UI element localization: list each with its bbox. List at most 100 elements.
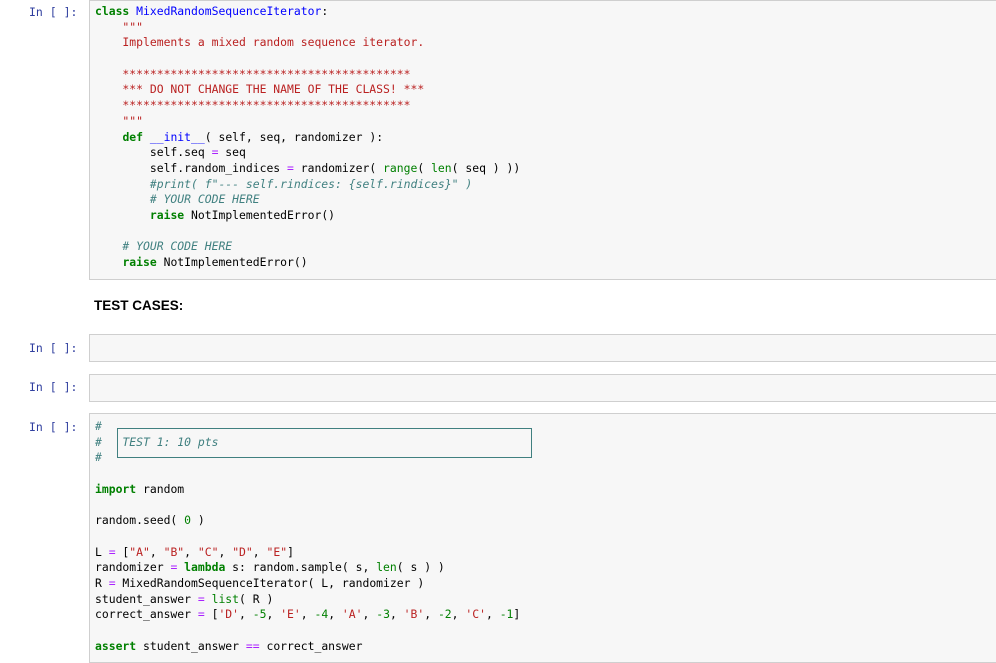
code-token: MixedRandomSequenceIterator( L, randomiz… [115,575,425,590]
code-line: # TEST 1: 10 pts [95,435,520,451]
code-line: self.seq = seq [95,145,520,161]
code-token: -3 [376,607,390,622]
code-token: raise [149,207,185,222]
code-token: ] [287,544,294,559]
code-token: lambda [184,560,226,575]
code-token: student_answer [95,591,198,606]
code-token: len [431,160,452,175]
code-token: -5 [252,607,267,622]
code-token: NotImplementedError() [156,255,308,269]
code-token: , [300,607,315,622]
cell-prompt: In [ ]: [29,420,78,434]
code-token: 'B' [403,607,425,622]
code-token: randomizer( [293,160,384,175]
code-cell-content[interactable]: # # TEST 1: 10 pts # import random random… [95,419,520,654]
code-token: randomizer [95,560,171,575]
code-token: NotImplementedError() [184,207,336,222]
code-line: class MixedRandomSequenceIterator: [95,4,520,20]
code-token: "B" [163,544,185,559]
code-token: import [95,481,137,496]
code-line: random.seed( 0 ) [95,513,520,529]
code-token: class [95,4,137,18]
code-line: def __init__( self, seq, randomizer ): [95,130,520,146]
code-token: MixedRandomSequenceIterator [136,4,322,18]
code-token: 'E' [280,607,301,622]
code-line: correct_answer = ['D', -5, 'E', -4, 'A',… [95,607,520,623]
code-token: -4 [314,607,329,622]
code-token: R [95,575,109,590]
code-token: , [328,607,342,622]
code-token: ( s ) ) [396,560,445,575]
code-token: #print( f"--- self.rindices: {self.rindi… [95,176,473,191]
cell-prompt: In [ ]: [29,380,78,394]
code-token: self.random_indices [95,160,288,175]
code-token: # [95,450,109,465]
code-token: self [95,145,178,160]
code-token: correct_answer [259,638,363,653]
code-line: assert student_answer == correct_answer [95,639,520,655]
code-line: randomizer = lambda s: random.sample( s,… [95,560,520,576]
code-token: 0 [184,513,192,528]
code-line: # [95,450,520,466]
markdown-heading-test-cases: TEST CASES: [94,298,184,313]
code-token: , [485,607,500,622]
code-token: = [108,575,116,590]
code-token: "E" [266,544,288,559]
code-token: range [383,160,418,175]
code-token: -1 [499,607,514,622]
code-line: Implements a mixed random sequence itera… [95,35,520,51]
code-token: "D" [232,544,253,559]
code-line: raise NotImplementedError() [95,208,520,224]
code-line: raise NotImplementedError() [95,255,520,271]
code-line: #print( f"--- self.rindices: {self.rindi… [95,177,520,193]
code-token: "A" [129,544,150,559]
code-token: ( [417,160,432,175]
code-token: raise [122,255,157,269]
code-token: TEST 1: 10 pts [108,434,219,449]
code-token: ] [513,607,521,622]
code-line: ****************************************… [95,67,520,83]
code-token: random [136,481,185,496]
code-token: 'D' [218,607,240,622]
code-line: L = ["A", "B", "C", "D", "E"] [95,545,520,561]
code-token: student_answer [136,638,246,653]
code-token: 'A' [341,607,363,622]
code-token: , [184,544,198,559]
code-token: , [149,544,164,559]
code-line: student_answer = list( R ) [95,592,520,608]
code-token: , [389,607,404,622]
code-token: 'C' [465,607,486,622]
code-cell-content[interactable]: class MixedRandomSequenceIterator: """ I… [95,4,520,271]
code-line: ****************************************… [95,98,520,114]
code-token: # [95,434,109,449]
empty-code-cell[interactable] [89,374,996,402]
code-token: "C" [197,544,219,559]
code-token: ( seq ) )) [451,160,521,175]
cell-prompt: In [ ]: [29,5,78,19]
code-token: # YOUR CODE HERE [95,192,260,207]
code-line: """ [95,20,520,36]
empty-code-cell[interactable] [89,334,996,362]
code-token: list [211,591,240,606]
code-token: """ [95,19,144,34]
code-token: random.seed( [95,513,185,528]
code-line: """ [95,114,520,130]
code-token: = [108,544,116,559]
code-token: correct_answer [95,607,198,622]
code-line: import random [95,482,520,498]
code-line: self.random_indices = randomizer( range(… [95,161,520,177]
code-token: , [451,607,466,622]
code-line: # YOUR CODE HERE [95,192,520,208]
code-token: # [95,419,109,433]
